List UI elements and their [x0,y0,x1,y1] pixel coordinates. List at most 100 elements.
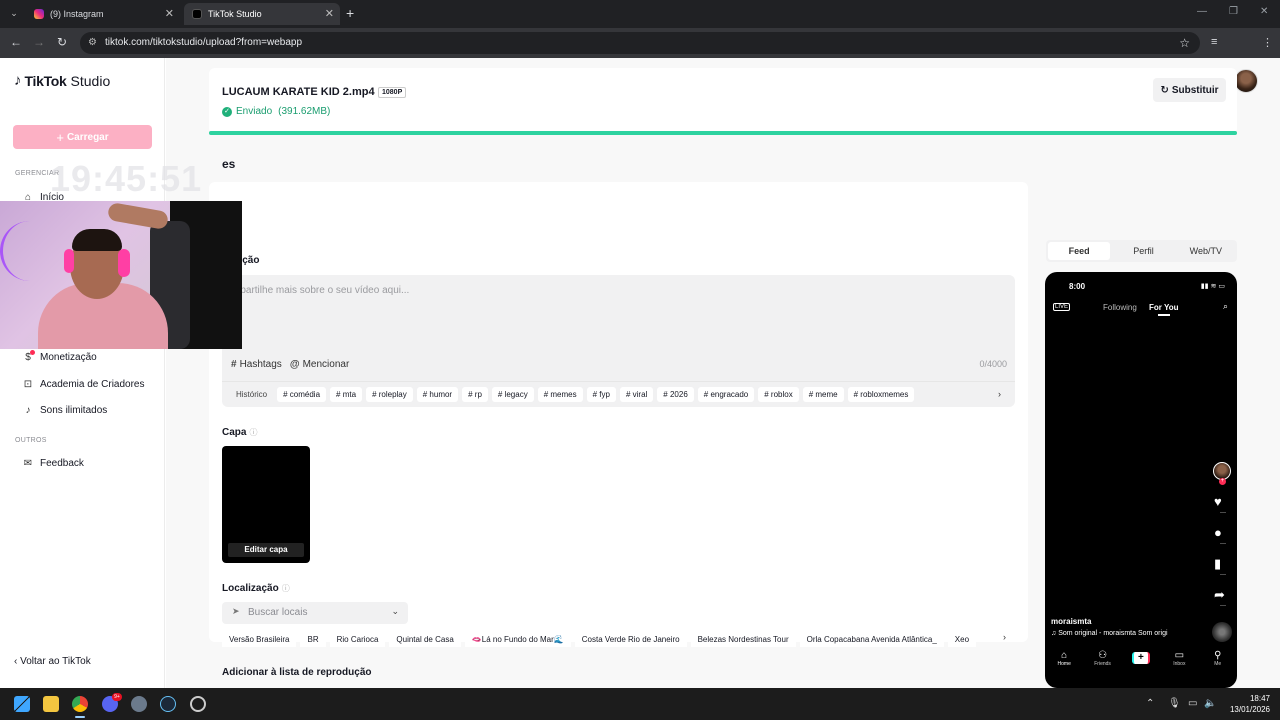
url-text: tiktok.com/tiktokstudio/upload?from=weba… [105,37,303,48]
phone-time: 8:00 [1069,282,1086,291]
tab-web-tv[interactable]: Web/TV [1175,240,1237,262]
hashtag-chip[interactable]: # viral [619,387,654,402]
active-indicator [75,716,85,718]
windows-start-icon[interactable] [14,696,30,712]
location-pin-icon: ➤ [232,606,240,616]
chevron-right-icon[interactable]: › [1003,632,1006,642]
url-field[interactable]: ⚙ tiktok.com/tiktokstudio/upload?from=we… [80,32,1200,54]
account-avatar[interactable] [1234,69,1258,93]
tray-chevron-icon[interactable]: ⌃ [1146,698,1154,709]
description-placeholder: mpartilhe mais sobre o seu vídeo aqui... [232,285,410,296]
microphone-icon[interactable]: 🎙 [1168,698,1181,709]
following-tab: Following [1103,303,1137,312]
hashtag-chip[interactable]: # 2026 [657,387,694,402]
hashtag-chip[interactable]: # rp [462,387,488,402]
steam-icon[interactable] [160,696,176,712]
volume-icon[interactable]: 🔈 [1204,698,1216,709]
chevron-right-icon[interactable]: › [998,389,1001,399]
section-others: OUTROS [15,437,47,444]
hashtag-chip[interactable]: # memes [537,387,583,402]
location-chip[interactable]: Costa Verde Rio de Janeiro [574,631,687,647]
sidebar-item-feedback[interactable]: ✉ Feedback [22,458,84,469]
sidebar-item-sons[interactable]: ♪ Sons ilimitados [22,405,108,416]
hashtag-chip[interactable]: # humor [416,387,459,402]
hashtag-chip[interactable]: # comédia [277,387,327,402]
hashtag-chip[interactable]: # fyp [586,387,616,402]
hashtag-chip[interactable]: # legacy [491,387,534,402]
webcam-overlay [0,201,242,349]
history-label[interactable]: Histórico [230,387,273,402]
hashtag-chip[interactable]: # meme [802,387,844,402]
location-chip[interactable]: Orla Copacabana Avenida Atlântica_ [799,631,944,647]
sidebar-item-monetizacao[interactable]: $ Monetização [22,350,97,363]
tiktok-studio-logo[interactable]: ♪ TikTok Studio [14,72,110,89]
location-chip[interactable]: BR [300,631,326,647]
nav-inbox: ▭ Inbox [1165,650,1193,667]
site-info-icon[interactable]: ⚙ [88,37,97,48]
tab-instagram[interactable]: (9) Instagram ✕ [26,3,180,25]
tab-tiktok-studio[interactable]: TikTok Studio ✕ [184,3,340,25]
hashtags-button[interactable]: # Hashtags [231,359,282,370]
hashtag-chip[interactable]: # engracado [697,387,755,402]
status-text: Enviado [236,106,273,117]
tab-profile[interactable]: Perfil [1112,240,1174,262]
hashtag-chip[interactable]: # mta [330,387,363,402]
mention-button[interactable]: @ Mencionar [290,359,349,370]
menu-dots-icon[interactable]: ⋮ [1262,36,1273,49]
taskbar-clock[interactable]: 18:47 13/01/2026 [1226,693,1270,715]
location-chip[interactable]: 🫦Lá no Fundo do Mar🌊 [464,631,571,647]
close-tab-icon[interactable]: ✕ [325,7,334,20]
create-plus-icon: + [1131,652,1150,664]
new-tab-icon[interactable]: + [346,5,354,21]
replace-button[interactable]: ↻ Substituir [1153,78,1226,102]
bookmark-star-icon[interactable]: ☆ [1179,36,1190,50]
logo-product: Studio [70,72,111,89]
tab-search-icon[interactable]: ⌄ [6,5,22,21]
network-icon[interactable]: ▭ [1188,698,1197,709]
save-count: — [1220,572,1226,578]
close-window-icon[interactable]: ✕ [1260,6,1268,17]
file-explorer-icon[interactable] [43,696,59,712]
location-chip[interactable]: Xeo [947,631,977,647]
back-to-tiktok-link[interactable]: ‹ Voltar ao TikTok [14,656,91,667]
location-chip[interactable]: Belezas Nordestinas Tour [690,631,796,647]
forward-icon[interactable]: → [33,35,45,49]
resolution-badge: 1080P [378,87,407,98]
location-placeholder: Buscar locais [248,607,308,618]
profile-icon: ⚲ [1214,650,1222,661]
tab-feed[interactable]: Feed [1048,242,1111,260]
upload-label: Carregar [66,131,109,143]
close-tab-icon[interactable]: ✕ [165,7,174,20]
location-chip[interactable]: Rio Carioca [329,631,386,647]
reload-icon[interactable]: ↻ [57,35,67,49]
restore-icon[interactable]: ❐ [1229,6,1238,17]
description-editor[interactable]: mpartilhe mais sobre o seu vídeo aqui...… [222,275,1015,407]
chrome-icon[interactable] [72,696,88,712]
hashtag-chip[interactable]: # roblox [758,387,799,402]
hashtag-chip[interactable]: # roleplay [366,387,413,402]
notification-dot [30,350,35,355]
sidebar-item-label: Monetização [40,352,97,363]
back-icon[interactable]: ← [10,35,22,49]
cover-thumbnail[interactable]: Editar capa [222,446,310,563]
app-icon[interactable] [190,696,206,712]
nav-me: ⚲ Me [1204,650,1232,667]
minimize-icon[interactable]: — [1197,6,1207,17]
refresh-icon: ↻ [1160,84,1169,96]
replace-label: Substituir [1171,84,1219,96]
upload-progress-bar [209,131,1237,135]
location-search-select[interactable]: ➤ Buscar locais ⌄ [222,602,408,624]
home-icon: ⌂ [1061,650,1068,661]
sidebar-item-academia[interactable]: ⊡ Academia de Criadores [22,379,145,390]
browser-tab-bar: ⌄ (9) Instagram ✕ TikTok Studio ✕ + — ❐ … [0,0,1280,28]
hashtag-chip[interactable]: # robloxmemes [847,387,915,402]
location-chip[interactable]: Versão Brasileira [222,631,297,647]
details-form-card [209,182,1028,642]
upload-button[interactable]: + Carregar [13,125,152,149]
inbox-icon: ▭ [1174,650,1185,661]
media-icon[interactable]: ≡ [1211,36,1217,48]
location-chip[interactable]: Quintal de Casa [389,631,461,647]
settings-icon[interactable] [131,696,147,712]
suggested-hashtags: Histórico # comédia # mta # roleplay # humo… [222,381,1015,407]
edit-cover-button[interactable]: Editar capa [228,543,304,557]
